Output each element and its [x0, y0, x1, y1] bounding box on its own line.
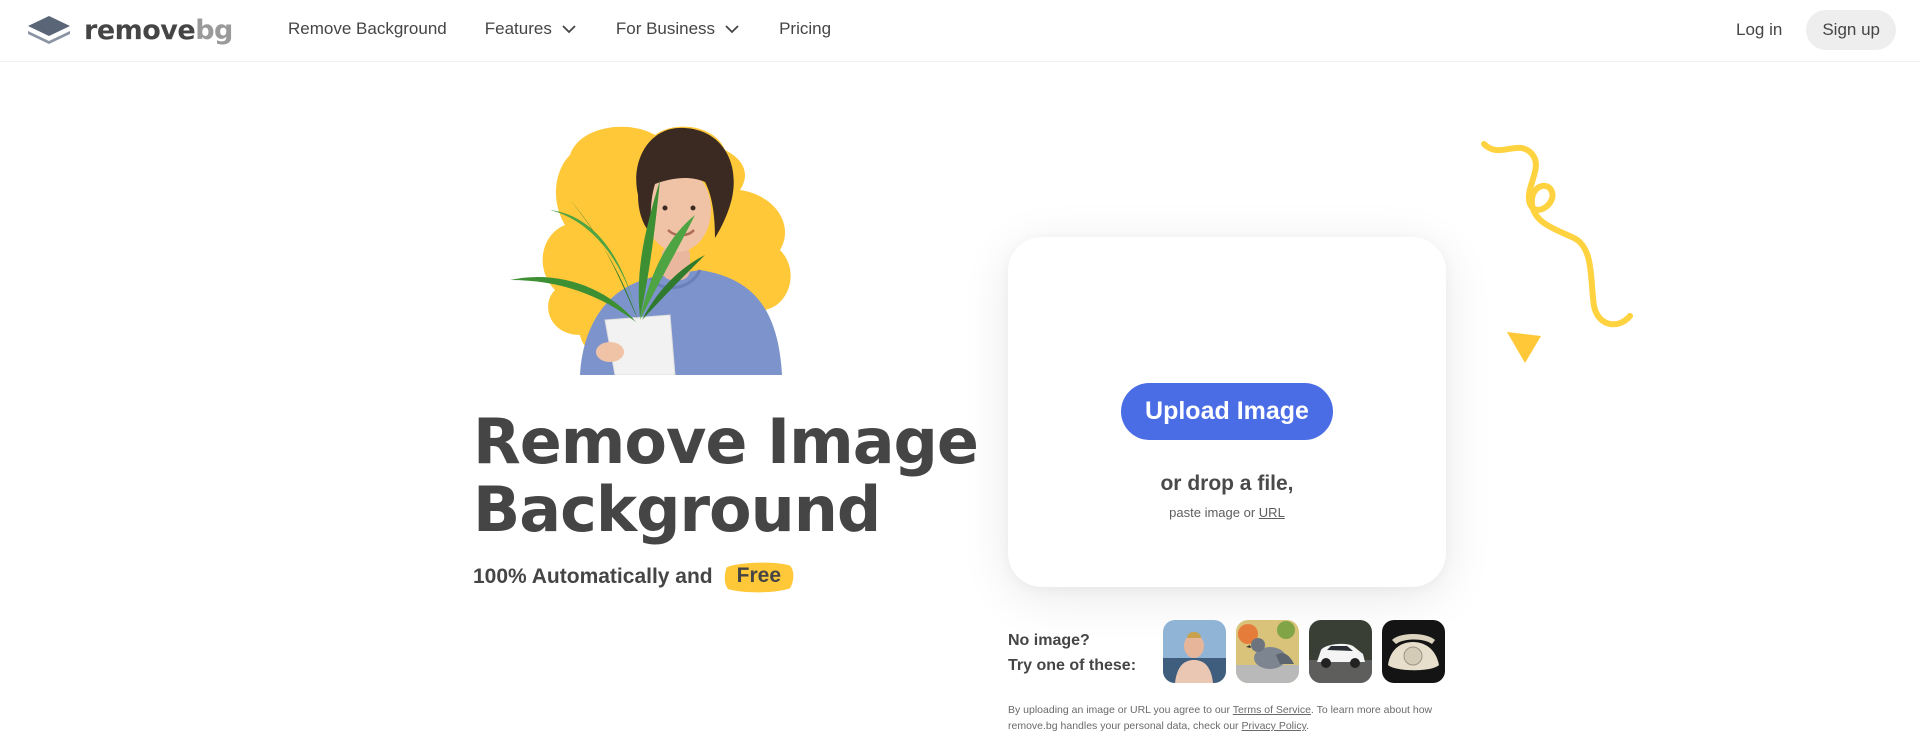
sample-thumb-phone[interactable] — [1382, 620, 1445, 683]
hero-subtitle: 100% Automatically and Free — [473, 560, 795, 594]
sample-prompt-line1: No image? — [1008, 632, 1090, 649]
hero-title-line1: Remove Image — [473, 405, 979, 478]
nav-for-business[interactable]: For Business — [616, 19, 741, 39]
privacy-policy-link[interactable]: Privacy Policy — [1241, 720, 1306, 732]
legal-text-3: . — [1306, 720, 1309, 732]
hero-title-line2: Background — [473, 473, 881, 546]
sample-thumb-car[interactable] — [1309, 620, 1372, 683]
nav-features[interactable]: Features — [485, 19, 578, 39]
upload-card[interactable]: Upload Image or drop a file, paste image… — [1008, 237, 1446, 587]
signup-button[interactable]: Sign up — [1806, 10, 1896, 50]
sample-thumb-person[interactable] — [1163, 620, 1226, 683]
hero-illustration — [510, 120, 840, 375]
drop-file-text: or drop a file, — [1160, 472, 1294, 495]
top-navbar: removebg Remove Background Features For … — [0, 0, 1920, 62]
free-badge-label: Free — [736, 564, 781, 587]
sample-prompt-line2: Try one of these: — [1008, 657, 1137, 674]
auth-actions: Log in Sign up — [1732, 10, 1896, 50]
logo-icon — [28, 16, 70, 44]
legal-notice: By uploading an image or URL you agree t… — [1008, 702, 1458, 734]
upload-image-button[interactable]: Upload Image — [1121, 383, 1333, 440]
nav-remove-background[interactable]: Remove Background — [288, 19, 447, 39]
subtitle-text: 100% Automatically and — [473, 565, 713, 588]
chevron-down-icon — [562, 25, 576, 34]
triangle-decoration-icon — [1507, 332, 1541, 363]
login-link[interactable]: Log in — [1732, 12, 1786, 48]
chevron-down-icon — [725, 25, 739, 34]
terms-of-service-link[interactable]: Terms of Service — [1233, 704, 1311, 716]
free-badge: Free — [723, 560, 795, 594]
legal-text-1: By uploading an image or URL you agree t… — [1008, 704, 1230, 716]
sample-prompt: No image? Try one of these: — [1008, 628, 1136, 678]
url-link[interactable]: URL — [1259, 505, 1285, 520]
paste-hint-text: paste image or — [1169, 505, 1256, 520]
sample-thumbnails — [1163, 620, 1445, 683]
squiggle-decoration-icon — [1481, 141, 1633, 328]
sample-thumb-pigeon[interactable] — [1236, 620, 1299, 683]
hero-title: Remove Image Background — [473, 408, 993, 544]
paste-hint: paste image or URL — [1008, 505, 1446, 520]
nav-pricing[interactable]: Pricing — [779, 19, 831, 39]
logo[interactable]: removebg — [26, 12, 233, 48]
logo-text: removebg — [84, 14, 233, 46]
nav-links: Remove Background Features For Business … — [288, 0, 869, 58]
